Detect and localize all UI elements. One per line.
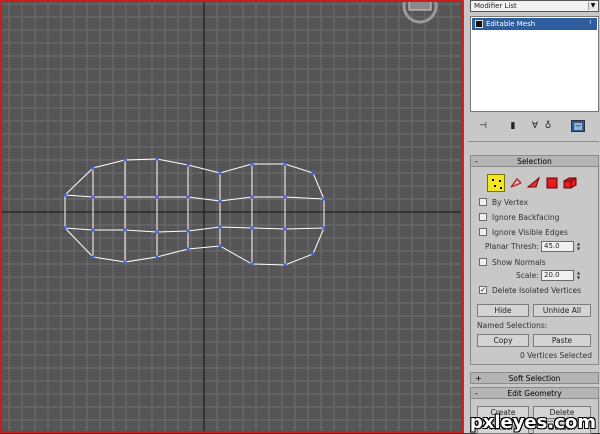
mesh-vertex[interactable] (218, 199, 222, 203)
scale-spinner: Scale: 20.0 ▲ ▼ (471, 270, 598, 281)
spinner-arrows-icon[interactable]: ▲ ▼ (575, 241, 582, 252)
mesh-vertex[interactable] (322, 197, 326, 201)
viewport-canvas[interactable] (2, 2, 463, 433)
resize-grip-icon: ⠃ (588, 20, 594, 28)
mesh-vertex[interactable] (218, 225, 222, 229)
mesh-vertex[interactable] (250, 162, 254, 166)
mesh-vertex[interactable] (63, 226, 67, 230)
edge-icon[interactable] (507, 174, 525, 192)
delete-isolated-box[interactable]: ✓ (479, 286, 487, 294)
mesh-vertex[interactable] (250, 262, 254, 266)
copy-button[interactable]: Copy (477, 334, 529, 347)
mesh-vertex[interactable] (283, 227, 287, 231)
mesh-vertex[interactable] (311, 171, 315, 175)
mesh-vertex[interactable] (186, 229, 190, 233)
modifier-list-label: Modifier List (474, 2, 517, 10)
mesh-vertex[interactable] (91, 195, 95, 199)
mesh-vertex[interactable] (283, 195, 287, 199)
mesh-vertex[interactable] (250, 226, 254, 230)
mesh-vertex[interactable] (283, 263, 287, 267)
mesh-vertex[interactable] (155, 255, 159, 259)
by-vertex-box[interactable] (479, 198, 487, 206)
mesh-vertex[interactable] (63, 193, 67, 197)
selection-status-text: 0 Vertices Selected (520, 351, 592, 360)
watermark-logo: pxleyes.com (469, 412, 596, 433)
modifier-stack[interactable]: Editable Mesh ⠃ (470, 16, 599, 112)
expand-box-icon[interactable] (475, 20, 483, 28)
face-icon[interactable] (525, 174, 543, 192)
mesh-vertex[interactable] (250, 195, 254, 199)
viewcube-icon[interactable] (402, 2, 438, 24)
planar-thresh-label: Planar Thresh: (485, 242, 540, 251)
make-unique-icon[interactable]: ∀ (528, 120, 542, 132)
mesh-vertex[interactable] (311, 252, 315, 256)
mesh-vertex[interactable] (283, 162, 287, 166)
selection-rollout-title: Selection (517, 157, 552, 166)
mesh-vertex[interactable] (322, 226, 326, 230)
stack-toolbar: ⊣ ▮ ∀ ♁ ▤ (474, 118, 599, 134)
edit-geometry-rollout-header[interactable]: - Edit Geometry (471, 388, 598, 399)
mesh-vertex[interactable] (123, 228, 127, 232)
vertex-icon[interactable] (487, 174, 505, 192)
mesh-vertex[interactable] (91, 166, 95, 170)
chevron-down-icon[interactable]: ▼ (588, 2, 597, 10)
element-icon[interactable] (561, 174, 579, 192)
paste-button[interactable]: Paste (533, 334, 591, 347)
mesh-vertex[interactable] (218, 171, 222, 175)
planar-thresh-field[interactable]: 45.0 (541, 241, 574, 252)
ignore-backfacing-box[interactable] (479, 213, 487, 221)
perspective-viewport[interactable] (0, 0, 463, 433)
stack-item-editable-mesh[interactable]: Editable Mesh ⠃ (472, 18, 597, 30)
selection-rollout-header[interactable]: - Selection (471, 156, 598, 167)
hide-button[interactable]: Hide (477, 304, 529, 317)
mesh-vertex[interactable] (186, 163, 190, 167)
mesh-vertex[interactable] (218, 244, 222, 248)
spinner-arrows-icon[interactable]: ▲ ▼ (575, 270, 582, 281)
named-selections-label: Named Selections: (477, 321, 548, 330)
ignore-visible-edges-box[interactable] (479, 228, 487, 236)
by-vertex-label: By Vertex (492, 198, 529, 207)
mesh-vertex[interactable] (91, 228, 95, 232)
sub-object-level-buttons (487, 174, 587, 192)
configure-modifier-sets-icon[interactable]: ▤ (571, 120, 585, 132)
mesh-vertex[interactable] (186, 195, 190, 199)
scale-field[interactable]: 20.0 (541, 270, 574, 281)
remove-modifier-icon[interactable]: ♁ (541, 120, 555, 132)
unhide-all-button[interactable]: Unhide All (533, 304, 591, 317)
soft-selection-rollout-title: Soft Selection (508, 374, 561, 383)
mesh-vertex[interactable] (91, 255, 95, 259)
edit-geometry-rollout-title: Edit Geometry (507, 389, 562, 398)
mesh-vertex[interactable] (123, 260, 127, 264)
command-panel: Modifier List ▼ Editable Mesh ⠃ ⊣ ▮ ∀ ♁ … (463, 0, 600, 434)
pin-stack-icon[interactable]: ⊣ (476, 120, 490, 132)
mesh-vertex[interactable] (155, 230, 159, 234)
delete-isolated-label: Delete Isolated Vertices (492, 286, 582, 295)
ignore-visible-edges-label: Ignore Visible Edges (492, 228, 568, 237)
selection-rollout: - Selection By Vertex Ignore Backfacing … (470, 155, 599, 365)
planar-thresh-spinner: Planar Thresh: 45.0 ▲ ▼ (471, 241, 598, 252)
soft-selection-rollout-header[interactable]: + Soft Selection (471, 373, 598, 384)
mesh-vertex[interactable] (123, 158, 127, 162)
mesh-vertex[interactable] (186, 247, 190, 251)
ignore-backfacing-label: Ignore Backfacing (492, 213, 560, 222)
stack-item-label: Editable Mesh (486, 20, 536, 28)
mesh-vertex[interactable] (155, 195, 159, 199)
modifier-list-dropdown[interactable]: Modifier List ▼ (470, 0, 599, 12)
home-grid (2, 2, 461, 431)
show-normals-box[interactable] (479, 258, 487, 266)
show-normals-label: Show Normals (492, 258, 546, 267)
mesh-vertex[interactable] (123, 195, 127, 199)
panel-divider (468, 141, 599, 142)
mesh-vertex[interactable] (155, 157, 159, 161)
scale-label: Scale: (516, 271, 539, 280)
show-end-result-icon[interactable]: ▮ (506, 120, 520, 132)
polygon-icon[interactable] (543, 174, 561, 192)
soft-selection-rollout: + Soft Selection (470, 372, 599, 384)
